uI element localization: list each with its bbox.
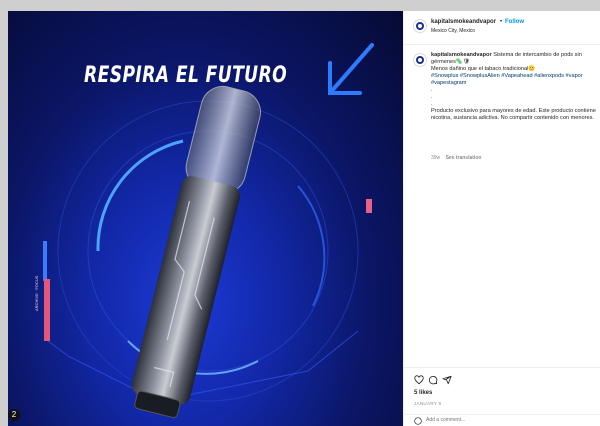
comment-row: [404, 414, 600, 426]
post-panel: kapitalsmokeandvapor • Follow Mexico Cit…: [403, 11, 600, 426]
side-bar-blue: [43, 241, 47, 281]
post-age[interactable]: 39w: [431, 155, 440, 161]
follow-button[interactable]: Follow: [505, 19, 524, 25]
location-link[interactable]: Mexico City, Mexico: [431, 28, 475, 34]
caption-line-2: Menos dañino que el tabaco tradicional😊: [431, 66, 536, 72]
post-headline: RESPIRA EL FUTURO: [84, 63, 288, 88]
see-translation-link[interactable]: See translation: [446, 155, 482, 161]
emoji-icon[interactable]: [414, 417, 422, 425]
heart-icon[interactable]: [414, 375, 424, 385]
arrow-graphic: [328, 43, 374, 95]
header-username[interactable]: kapitalsmokeandvapor: [431, 19, 496, 25]
post-header: kapitalsmokeandvapor • Follow Mexico Cit…: [404, 11, 600, 45]
ring-arc-right: [297, 185, 326, 307]
avatar[interactable]: [413, 19, 427, 33]
likes-count[interactable]: 5 likes: [414, 390, 432, 396]
caption-meta: 39w See translation: [431, 155, 481, 161]
media-badge[interactable]: 2: [8, 409, 20, 421]
caption-hashtags-2[interactable]: #vapestagram: [431, 80, 466, 86]
post-date: JANUARY 9: [414, 401, 442, 406]
caption-text: kapitalsmokeandvapor Sistema de intercam…: [431, 52, 600, 122]
action-bar: [404, 367, 600, 385]
share-icon[interactable]: [442, 375, 452, 385]
caption-dot: .: [431, 101, 433, 107]
caption-dot: .: [431, 94, 433, 100]
caption-avatar[interactable]: [413, 53, 427, 67]
header-separator: •: [500, 19, 503, 25]
caption-hashtags[interactable]: #Snowplus #SnowplusAlien #Vapeahead #ali…: [431, 73, 583, 79]
side-label: ARCHIVE · FOCUS: [34, 275, 39, 311]
caption-disclaimer: Producto exclusivo para mayores de edad.…: [431, 108, 596, 121]
comment-input[interactable]: [426, 417, 576, 423]
side-tag: [44, 279, 50, 341]
caption-username[interactable]: kapitalsmokeandvapor: [431, 52, 492, 58]
post-media[interactable]: RESPIRA EL FUTURO ARCHIVE · FOCUS 2: [8, 11, 403, 426]
comment-icon[interactable]: [428, 375, 438, 385]
post-modal: RESPIRA EL FUTURO ARCHIVE · FOCUS 2 kapi…: [8, 11, 600, 426]
side-marker-pink: [366, 199, 372, 213]
caption-dot: .: [431, 87, 433, 93]
vape-pen: [131, 85, 261, 419]
